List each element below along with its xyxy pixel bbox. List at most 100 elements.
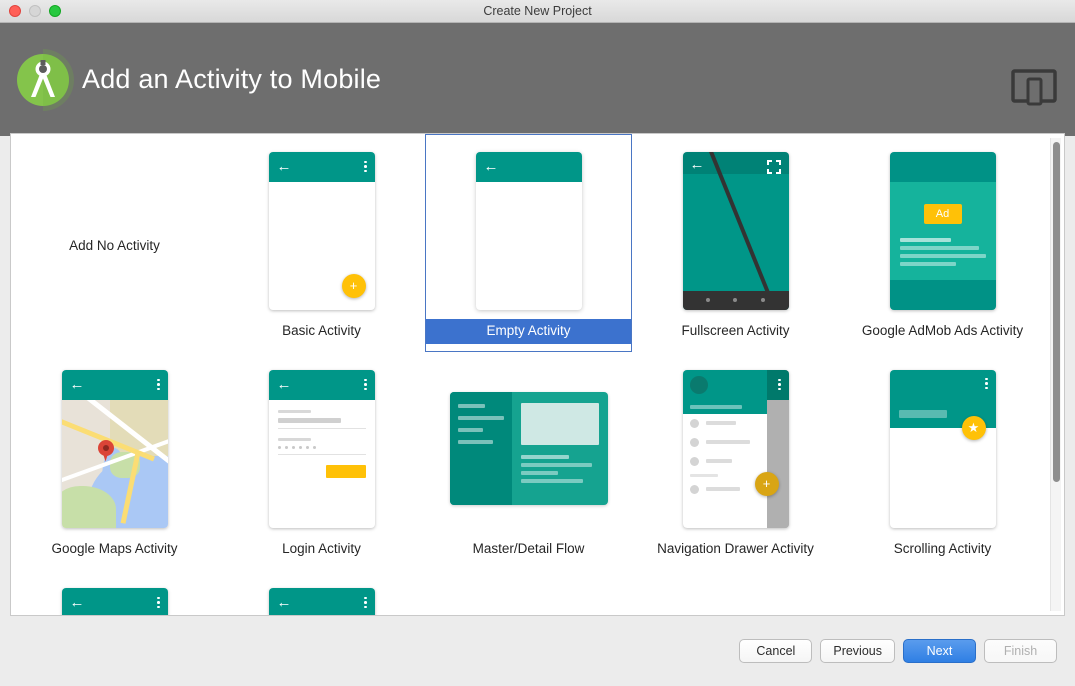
text-line xyxy=(900,238,952,242)
template-label: Basic Activity xyxy=(218,319,425,344)
app-bar: ← xyxy=(62,588,168,617)
template-grid: Add No Activity ← + Basic Activity xyxy=(11,134,1049,616)
field-underline xyxy=(278,428,366,429)
overflow-menu-icon xyxy=(778,379,781,391)
app-bar xyxy=(767,370,789,400)
app-bar: ← xyxy=(476,152,582,182)
field-underline xyxy=(278,454,366,455)
drawer-list-item xyxy=(683,452,767,471)
ad-badge: Ad xyxy=(924,204,962,224)
app-bar: ← xyxy=(269,370,375,400)
password-field-dots xyxy=(278,446,366,450)
drawer-list-item xyxy=(683,433,767,452)
phone-mock: ← xyxy=(269,370,375,528)
master-list-pane xyxy=(450,392,512,505)
overflow-menu-icon xyxy=(157,379,160,391)
page-title: Add an Activity to Mobile xyxy=(82,64,381,95)
template-card-google-admob-ads-activity[interactable]: Ad Google AdMob Ads Activity xyxy=(839,134,1046,352)
sign-in-button xyxy=(326,465,366,478)
template-card-partial xyxy=(839,570,1046,616)
back-arrow-icon: ← xyxy=(277,159,292,174)
template-row: Add No Activity ← + Basic Activity xyxy=(11,134,1049,352)
thumbnail-master-detail-flow xyxy=(425,352,632,537)
login-form xyxy=(269,400,375,489)
template-card-partial[interactable]: ← xyxy=(218,570,425,616)
phone-mock: ★ xyxy=(890,370,996,528)
text-line xyxy=(900,246,979,250)
drawer-header xyxy=(683,370,767,414)
email-field-value xyxy=(278,418,341,423)
android-studio-logo-icon xyxy=(12,49,74,111)
phone-mock: + xyxy=(683,370,789,528)
thumbnail-navigation-drawer: + xyxy=(632,352,839,537)
detail-pane xyxy=(512,392,608,505)
template-card-google-maps-activity[interactable]: ← xyxy=(11,352,218,570)
template-card-scrolling-activity[interactable]: ★ Scrolling Activity xyxy=(839,352,1046,570)
thumbnail-login-activity: ← xyxy=(218,352,425,537)
overflow-menu-icon xyxy=(364,379,367,391)
floating-action-button-icon: + xyxy=(755,472,779,496)
map-marker-icon xyxy=(98,440,114,462)
thumbnail-partial: ← xyxy=(218,570,425,616)
diagonal-stripe xyxy=(709,152,788,310)
tablet-mock xyxy=(450,392,608,505)
avatar xyxy=(690,376,708,394)
template-card-partial xyxy=(425,570,632,616)
template-card-partial xyxy=(632,570,839,616)
gallery-scrollbar[interactable] xyxy=(1050,138,1061,611)
phone-mock: ← + xyxy=(269,152,375,310)
template-label: Empty Activity xyxy=(425,319,632,344)
template-card-add-no-activity[interactable]: Add No Activity xyxy=(11,134,218,352)
thumbnail-basic-activity: ← + xyxy=(218,134,425,319)
back-arrow-icon: ← xyxy=(690,156,705,173)
template-gallery[interactable]: Add No Activity ← + Basic Activity xyxy=(10,133,1065,616)
template-card-basic-activity[interactable]: ← + Basic Activity xyxy=(218,134,425,352)
template-label: Google AdMob Ads Activity xyxy=(839,319,1046,344)
text-line xyxy=(900,262,957,266)
back-arrow-icon: ← xyxy=(70,377,85,392)
scrollbar-thumb[interactable] xyxy=(1053,142,1060,482)
template-label: Navigation Drawer Activity xyxy=(632,537,839,562)
fullscreen-expand-icon xyxy=(767,160,781,174)
ad-content-panel: Ad xyxy=(890,182,996,280)
title-placeholder xyxy=(899,410,947,418)
navigation-drawer xyxy=(683,370,767,528)
cancel-button[interactable]: Cancel xyxy=(739,639,812,663)
template-card-empty-activity[interactable]: ← Empty Activity xyxy=(425,134,632,352)
template-row-partial: ← ← xyxy=(11,570,1049,616)
phone-mock: ← xyxy=(683,152,789,310)
template-label: Login Activity xyxy=(218,537,425,562)
next-button[interactable]: Next xyxy=(903,639,976,663)
map-canvas xyxy=(62,400,168,528)
phone-mock: ← xyxy=(476,152,582,310)
thumbnail-scrolling-activity: ★ xyxy=(839,352,1046,537)
template-card-master-detail-flow[interactable]: Master/Detail Flow xyxy=(425,352,632,570)
window-titlebar: Create New Project xyxy=(0,0,1075,23)
phone-mock: Ad xyxy=(890,152,996,310)
template-label: Add No Activity xyxy=(69,238,160,253)
drawer-divider xyxy=(690,474,718,477)
previous-button[interactable]: Previous xyxy=(820,639,895,663)
wizard-header: Add an Activity to Mobile xyxy=(0,23,1075,136)
phone-mock: ← xyxy=(269,588,375,617)
thumbnail-partial: ← xyxy=(11,570,218,616)
back-arrow-icon: ← xyxy=(277,595,292,610)
template-card-login-activity[interactable]: ← Login Activ xyxy=(218,352,425,570)
thumbnail-empty-placeholder xyxy=(11,134,218,319)
field-label xyxy=(278,410,311,413)
navigation-bar xyxy=(683,291,789,310)
wizard-footer: Cancel Previous Next Finish xyxy=(0,616,1075,686)
template-card-partial[interactable]: ← xyxy=(11,570,218,616)
thumbnail-fullscreen-activity: ← xyxy=(632,134,839,319)
overflow-menu-icon xyxy=(364,597,367,609)
back-arrow-icon: ← xyxy=(277,377,292,392)
app-bar: ← xyxy=(269,588,375,617)
template-label: Google Maps Activity xyxy=(11,537,218,562)
finish-button: Finish xyxy=(984,639,1057,663)
template-card-navigation-drawer-activity[interactable]: + Navigation Drawer Activity xyxy=(632,352,839,570)
back-arrow-icon: ← xyxy=(484,159,499,174)
tablet-phone-device-icon xyxy=(1011,67,1057,112)
overflow-menu-icon xyxy=(985,378,988,390)
back-arrow-icon: ← xyxy=(70,595,85,610)
template-card-fullscreen-activity[interactable]: ← Fullscreen Activity xyxy=(632,134,839,352)
